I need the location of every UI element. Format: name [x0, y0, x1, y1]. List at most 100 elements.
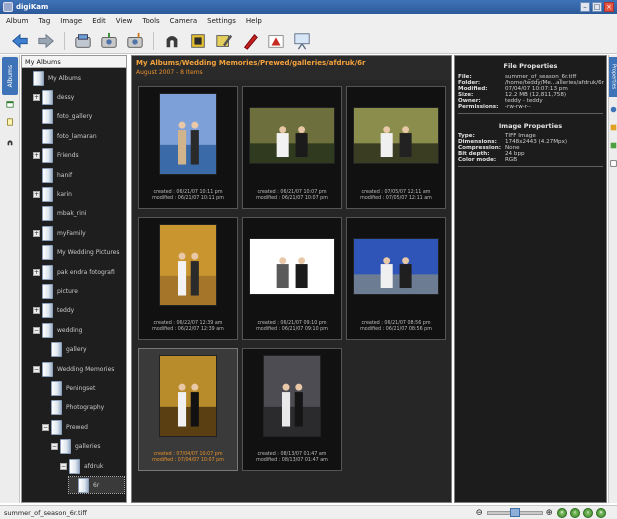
- album-tree-item[interactable]: − Wedding Memories: [33, 361, 124, 377]
- album-tree-item-label: My Albums: [48, 74, 81, 82]
- close-button[interactable]: ×: [604, 2, 614, 12]
- download-camera-button[interactable]: [99, 31, 119, 51]
- thumbnail-image[interactable]: [263, 355, 321, 437]
- folder-icon: [51, 342, 62, 358]
- album-tree-item[interactable]: Peningset: [42, 380, 124, 396]
- last-item-button[interactable]: »: [596, 508, 606, 518]
- new-album-button[interactable]: [73, 31, 93, 51]
- menu-help[interactable]: Help: [246, 17, 262, 25]
- expand-toggle-icon[interactable]: −: [51, 443, 58, 451]
- expand-toggle-icon[interactable]: −: [42, 423, 49, 431]
- tab-tags[interactable]: [2, 115, 18, 129]
- next-item-button[interactable]: ›: [583, 508, 593, 518]
- album-tree-item[interactable]: − galleries: [51, 439, 124, 455]
- back-button[interactable]: [10, 31, 30, 51]
- file-properties-heading: File Properties: [503, 62, 558, 70]
- album-tree-item[interactable]: − afdruk: [60, 458, 124, 474]
- album-tree-item[interactable]: foto_gallery: [33, 109, 124, 125]
- menu-tools[interactable]: Tools: [142, 17, 159, 25]
- thumbnail-item[interactable]: created : 06/21/07 10:07 pm modified : 06…: [242, 86, 342, 209]
- thumbnail-image[interactable]: [159, 224, 217, 306]
- album-tree-item[interactable]: − wedding: [33, 322, 124, 338]
- thumbnail-item[interactable]: created : 07/05/07 12:11 am modified : 07…: [346, 86, 446, 209]
- expand-toggle-icon[interactable]: +: [33, 229, 40, 237]
- thumbnail-image[interactable]: [159, 93, 217, 175]
- zoom-slider-handle[interactable]: [510, 508, 520, 517]
- album-tree-item[interactable]: + karin: [33, 186, 124, 202]
- expand-toggle-icon[interactable]: +: [33, 307, 40, 315]
- tab-properties[interactable]: Properties: [609, 57, 617, 97]
- first-item-button[interactable]: «: [557, 508, 567, 518]
- thumbnail-dates: created : 08/13/07 01:47 am modified : 08…: [243, 452, 341, 464]
- tab-albums[interactable]: Albums: [2, 57, 18, 95]
- adjust-button[interactable]: [266, 31, 286, 51]
- thumbnail-item[interactable]: created : 06/22/07 12:39 am modified : 06…: [138, 217, 238, 340]
- minimize-button[interactable]: –: [580, 2, 590, 12]
- menu-tag[interactable]: Tag: [38, 17, 50, 25]
- tab-metadata[interactable]: [609, 103, 617, 115]
- album-tree-item[interactable]: + dessy: [33, 89, 124, 105]
- edit-image-button[interactable]: [214, 31, 234, 51]
- zoom-slider[interactable]: [487, 508, 543, 517]
- album-tree-item[interactable]: My Wedding Pictures: [33, 245, 124, 261]
- expand-toggle-icon[interactable]: +: [33, 93, 40, 101]
- menu-camera[interactable]: Camera: [170, 17, 197, 25]
- thumbnail-image[interactable]: [353, 238, 439, 295]
- maximize-button[interactable]: □: [592, 2, 602, 12]
- album-tree-item[interactable]: gallery: [42, 342, 124, 358]
- thumbnail-item[interactable]: created : 06/21/07 08:56 pm modified : 06…: [346, 217, 446, 340]
- tab-calendar[interactable]: [2, 97, 18, 111]
- menu-edit[interactable]: Edit: [92, 17, 106, 25]
- previous-item-button[interactable]: ‹: [570, 508, 580, 518]
- album-tree-item[interactable]: + pak endra fotografi: [33, 264, 124, 280]
- expand-toggle-icon[interactable]: +: [33, 152, 40, 160]
- album-tree-item[interactable]: My Albums: [24, 70, 124, 86]
- thumbnail-item[interactable]: created : 06/21/07 10:11 pm modified : 06…: [138, 86, 238, 209]
- tab-colors[interactable]: [609, 121, 617, 133]
- photo-frame-icon: [191, 33, 205, 48]
- zoom-out-icon[interactable]: [476, 509, 484, 517]
- album-tree-item[interactable]: Photography: [42, 400, 124, 416]
- thumbnail-item[interactable]: created : 06/21/07 09:10 pm modified : 06…: [242, 217, 342, 340]
- forward-button[interactable]: [36, 31, 56, 51]
- album-tree-item[interactable]: foto_lamaran: [33, 128, 124, 144]
- expand-toggle-icon[interactable]: +: [33, 268, 40, 276]
- album-tree-item[interactable]: + teddy: [33, 303, 124, 319]
- folder-icon: [42, 128, 53, 144]
- album-tree-item[interactable]: hanif: [33, 167, 124, 183]
- expand-toggle-icon[interactable]: −: [60, 462, 67, 470]
- thumbnail-image[interactable]: [249, 238, 335, 295]
- album-tree-item[interactable]: mbak_rini: [33, 206, 124, 222]
- tab-geolocation[interactable]: [609, 139, 617, 151]
- zoom-in-icon[interactable]: [546, 509, 554, 517]
- album-tree-item[interactable]: − Prewed: [42, 419, 124, 435]
- thumbnail-image[interactable]: [159, 355, 217, 437]
- thumbnail-item[interactable]: created : 08/13/07 01:47 am modified : 08…: [242, 348, 342, 471]
- tab-comments[interactable]: [609, 157, 617, 169]
- upload-camera-button[interactable]: [125, 31, 145, 51]
- expand-toggle-icon[interactable]: +: [33, 190, 40, 198]
- menu-album[interactable]: Album: [6, 17, 28, 25]
- menu-view[interactable]: View: [116, 17, 133, 25]
- album-tree-item[interactable]: + myFamily: [33, 225, 124, 241]
- property-key: Color mode:: [458, 157, 497, 163]
- album-path-title: My Albums/Wedding Memories/Prewed/galler…: [136, 59, 366, 67]
- expand-toggle-icon[interactable]: −: [33, 365, 40, 373]
- album-tree-item[interactable]: picture: [33, 283, 124, 299]
- expand-toggle-icon[interactable]: −: [33, 326, 40, 334]
- thumbnail-image[interactable]: [353, 107, 439, 164]
- album-tree-item[interactable]: 6r: [68, 476, 125, 495]
- thumbnail-modified: modified : 07/05/07 12:11 am: [360, 196, 432, 201]
- menu-settings[interactable]: Settings: [207, 17, 236, 25]
- thumbnail-item[interactable]: created : 07/04/07 10:07 pm modified : 07…: [138, 348, 238, 471]
- menu-image[interactable]: Image: [60, 17, 82, 25]
- red-pen-button[interactable]: [240, 31, 260, 51]
- tab-search[interactable]: [2, 135, 18, 149]
- album-tree-item-label: mbak_rini: [57, 210, 87, 218]
- album-tree-item[interactable]: + Friends: [33, 148, 124, 164]
- thumbnail-image[interactable]: [249, 107, 335, 164]
- view-image-button[interactable]: [188, 31, 208, 51]
- lighttable-button[interactable]: [162, 31, 182, 51]
- right-sidebar-tabs: Properties: [608, 55, 617, 503]
- slideshow-button[interactable]: [292, 31, 312, 51]
